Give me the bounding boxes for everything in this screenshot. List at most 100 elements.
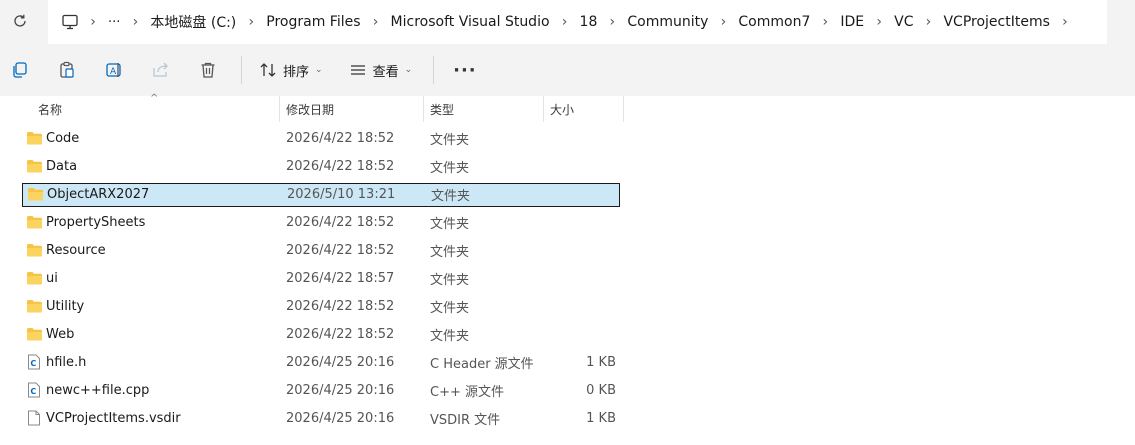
chevron-right-icon[interactable]: › bbox=[866, 14, 892, 30]
chevron-right-icon[interactable]: › bbox=[710, 14, 736, 30]
sort-label: 排序 bbox=[283, 64, 310, 80]
breadcrumb-item-community[interactable]: Community bbox=[625, 14, 710, 30]
file-size bbox=[542, 127, 616, 149]
view-label: 查看 bbox=[372, 64, 399, 80]
breadcrumb-item-ide[interactable]: IDE bbox=[838, 14, 866, 30]
column-header-type[interactable]: 类型 bbox=[424, 96, 544, 122]
file-size: 1 KB bbox=[586, 354, 616, 370]
breadcrumb-item-common7[interactable]: Common7 bbox=[736, 14, 812, 30]
copy-button[interactable] bbox=[0, 52, 40, 88]
chevron-right-icon[interactable]: › bbox=[599, 14, 625, 30]
file-name: newc++file.cpp bbox=[46, 382, 150, 398]
file-row[interactable]: Code 2026/4/22 18:52 文件夹 bbox=[22, 127, 620, 151]
folder-icon bbox=[25, 155, 43, 177]
hidden-path-button[interactable]: ··· bbox=[106, 15, 122, 30]
chevron-right-icon[interactable]: › bbox=[363, 14, 389, 30]
breadcrumb: › ··· › 本地磁盘 (C:) › Program Files › Micr… bbox=[48, 0, 1107, 44]
file-name: ObjectARX2027 bbox=[47, 186, 150, 202]
file-row[interactable]: Utility 2026/4/22 18:52 文件夹 bbox=[22, 295, 620, 319]
toolbar-divider bbox=[433, 56, 435, 84]
sort-icon bbox=[260, 63, 276, 77]
paste-button[interactable] bbox=[47, 52, 87, 88]
sort-ascending-icon: ^ bbox=[150, 93, 159, 104]
file-type: 文件夹 bbox=[430, 272, 470, 288]
breadcrumb-item-vcprojectitems[interactable]: VCProjectItems bbox=[941, 14, 1051, 30]
file-row[interactable]: Cnewc++file.cpp 2026/4/25 20:16 C++ 源文件 0 K… bbox=[22, 379, 620, 403]
rename-button[interactable]: A bbox=[94, 52, 134, 88]
file-date-modified: 2026/4/22 18:52 bbox=[286, 214, 395, 230]
file-type: 文件夹 bbox=[430, 132, 470, 148]
column-label-date: 修改日期 bbox=[286, 102, 335, 117]
file-date-modified: 2026/4/25 20:16 bbox=[286, 382, 395, 398]
command-bar: A 排序 ⌄ 查看 ⌄ ··· bbox=[0, 44, 1135, 96]
file-size bbox=[542, 155, 616, 177]
file-name: Data bbox=[46, 158, 78, 174]
file-name: Utility bbox=[46, 298, 85, 314]
sort-button[interactable]: 排序 ⌄ bbox=[251, 54, 331, 86]
chevron-right-icon[interactable]: › bbox=[122, 14, 148, 30]
file-row[interactable]: VCProjectItems.vsdir 2026/4/25 20:16 VSDIR… bbox=[22, 407, 620, 431]
file-type: 文件夹 bbox=[430, 244, 470, 260]
rename-icon: A bbox=[106, 63, 121, 77]
breadcrumb-item-18[interactable]: 18 bbox=[578, 14, 600, 30]
file-size: 1 KB bbox=[586, 410, 616, 426]
chevron-right-icon[interactable]: › bbox=[80, 14, 106, 30]
folder-icon bbox=[25, 239, 43, 261]
folder-icon bbox=[25, 295, 43, 317]
file-row[interactable]: Data 2026/4/22 18:52 文件夹 bbox=[22, 155, 620, 179]
file-name: Resource bbox=[46, 242, 106, 258]
chevron-right-icon[interactable]: › bbox=[552, 14, 578, 30]
file-size bbox=[542, 295, 616, 317]
folder-icon bbox=[25, 267, 43, 289]
file-row[interactable]: Resource 2026/4/22 18:52 文件夹 bbox=[22, 239, 620, 263]
file-size bbox=[542, 239, 616, 261]
file-date-modified: 2026/4/22 18:52 bbox=[286, 158, 395, 174]
more-options-button[interactable]: ··· bbox=[443, 60, 487, 81]
file-date-modified: 2026/4/22 18:52 bbox=[286, 326, 395, 342]
file-size bbox=[543, 183, 617, 205]
file-row[interactable]: Web 2026/4/22 18:52 文件夹 bbox=[22, 323, 620, 347]
file-type: 文件夹 bbox=[430, 216, 470, 232]
refresh-button[interactable] bbox=[8, 9, 32, 33]
this-pc-icon[interactable] bbox=[60, 12, 80, 32]
file-row[interactable]: PropertySheets 2026/4/22 18:52 文件夹 bbox=[22, 211, 620, 235]
file-name: PropertySheets bbox=[46, 214, 146, 230]
file-date-modified: 2026/4/22 18:52 bbox=[286, 130, 395, 146]
column-label-size: 大小 bbox=[550, 102, 575, 117]
folder-icon bbox=[25, 323, 43, 345]
share-button[interactable] bbox=[141, 52, 181, 88]
svg-text:C: C bbox=[30, 387, 36, 396]
file-type: 文件夹 bbox=[431, 188, 471, 204]
file-type: C++ 源文件 bbox=[430, 384, 504, 400]
file-row[interactable]: ObjectARX2027 2026/5/10 13:21 文件夹 bbox=[22, 183, 620, 207]
chevron-right-icon[interactable]: › bbox=[238, 14, 264, 30]
file-date-modified: 2026/4/25 20:16 bbox=[286, 410, 395, 426]
toolbar-divider bbox=[241, 56, 242, 84]
column-label-name: 名称 bbox=[38, 102, 63, 117]
chevron-right-icon[interactable]: › bbox=[812, 14, 838, 30]
breadcrumb-item-visual-studio[interactable]: Microsoft Visual Studio bbox=[389, 14, 552, 30]
trash-icon bbox=[201, 62, 215, 78]
column-label-type: 类型 bbox=[430, 102, 455, 117]
file-row[interactable]: ui 2026/4/22 18:57 文件夹 bbox=[22, 267, 620, 291]
breadcrumb-item-c-drive[interactable]: 本地磁盘 (C:) bbox=[148, 12, 238, 32]
view-list-icon bbox=[350, 65, 365, 75]
file-list: 名称 ^ 修改日期 类型 大小 Code 2026/4/22 18:52 文件夹 Da… bbox=[0, 93, 1135, 445]
file-name: Code bbox=[46, 130, 80, 146]
chevron-right-icon[interactable]: › bbox=[1052, 14, 1078, 30]
chevron-right-icon[interactable]: › bbox=[915, 14, 941, 30]
file-row[interactable]: Chfile.h 2026/4/25 20:16 C Header 源文件 1 KB bbox=[22, 351, 620, 375]
breadcrumb-item-program-files[interactable]: Program Files bbox=[264, 14, 362, 30]
folder-icon bbox=[25, 127, 43, 149]
column-header-size[interactable]: 大小 bbox=[544, 96, 624, 122]
file-type: C Header 源文件 bbox=[430, 356, 534, 372]
delete-button[interactable] bbox=[188, 52, 228, 88]
file-date-modified: 2026/4/22 18:57 bbox=[286, 270, 395, 286]
file-type: 文件夹 bbox=[430, 328, 470, 344]
file-name: Web bbox=[46, 326, 75, 342]
column-header-name[interactable]: 名称 ^ bbox=[0, 93, 280, 122]
column-header-date[interactable]: 修改日期 bbox=[280, 96, 424, 122]
address-bar: › ··· › 本地磁盘 (C:) › Program Files › Micr… bbox=[0, 0, 1135, 44]
view-button[interactable]: 查看 ⌄ bbox=[341, 54, 421, 86]
breadcrumb-item-vc[interactable]: VC bbox=[892, 14, 915, 30]
